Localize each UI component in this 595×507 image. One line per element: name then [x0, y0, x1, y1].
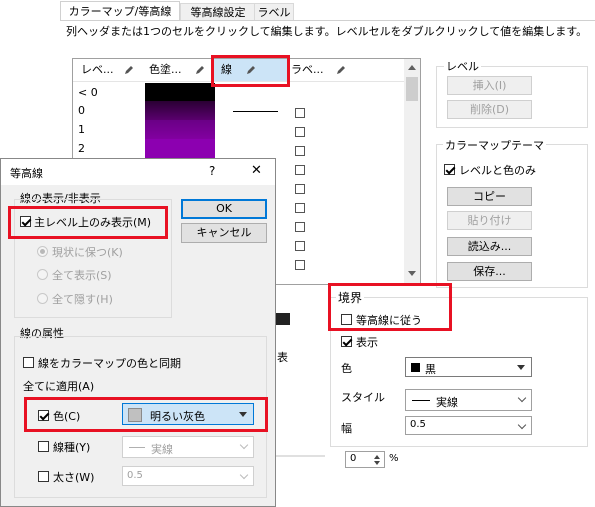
tab-label: ラベル — [257, 6, 291, 19]
level-cell[interactable]: 1 — [78, 123, 85, 136]
scroll-thumb[interactable] — [406, 77, 418, 101]
sync-colormap-label: 線をカラーマップの色と同期 — [38, 357, 181, 370]
line-sample — [233, 111, 278, 112]
boundary-color-value: 黒 — [425, 363, 436, 376]
tab-label-settings[interactable]: ラベル — [254, 3, 294, 21]
level-cell[interactable]: 0 — [78, 104, 85, 117]
keep-current-label: 現状に保つ(K) — [52, 246, 123, 259]
tab-colormap-contour[interactable]: カラーマップ/等高線 — [60, 1, 180, 21]
fill-color-cell[interactable] — [145, 101, 215, 120]
boundary-show-label: 表示 — [356, 336, 378, 349]
boundary-color-select[interactable]: 黒 — [405, 357, 532, 377]
hide-all-radio[interactable] — [37, 293, 48, 304]
load-button[interactable]: 読込み... — [447, 237, 532, 256]
spinner-down-icon[interactable] — [374, 461, 380, 465]
fill-color-cell[interactable] — [145, 120, 215, 139]
label-checkbox[interactable] — [295, 127, 305, 137]
levels-colors-checkbox[interactable] — [444, 164, 455, 175]
percent-unit: % — [389, 453, 399, 464]
tab-contour-settings[interactable]: 等高線設定 — [180, 3, 256, 21]
close-icon[interactable]: ✕ — [251, 163, 262, 178]
label-checkbox[interactable] — [295, 165, 305, 175]
boundary-style-select[interactable]: 実線 — [405, 389, 532, 411]
copy-button[interactable]: コピー — [447, 187, 532, 206]
chevron-down-icon — [239, 470, 249, 480]
linetype-label: 線種(Y) — [53, 441, 91, 454]
ok-button[interactable]: OK — [181, 199, 267, 219]
help-button[interactable]: ? — [209, 164, 215, 178]
hide-all-label: 全て隠す(H) — [52, 293, 113, 306]
pencil-icon — [337, 66, 345, 74]
bottom-separator — [270, 455, 325, 457]
highlight-line-header — [211, 55, 290, 87]
highlight-follow-contour — [328, 283, 452, 331]
boundary-show-checkbox[interactable] — [341, 336, 352, 347]
dropdown-arrow-icon — [517, 365, 525, 370]
fill-color-cell[interactable] — [145, 83, 215, 101]
boundary-style-label: スタイル — [341, 391, 385, 404]
keep-current-radio[interactable] — [37, 246, 48, 257]
line-style-icon — [129, 447, 145, 448]
boundary-width-select[interactable]: 0.5 — [405, 416, 532, 435]
pencil-icon — [196, 66, 204, 74]
thickness-select[interactable]: 0.5 — [122, 466, 254, 486]
thickness-value: 0.5 — [127, 470, 143, 481]
partial-text: 表 — [277, 351, 288, 364]
apply-all-label: 全てに適用(A) — [23, 380, 95, 393]
linetype-select[interactable]: 実線 — [122, 436, 254, 458]
label-checkbox[interactable] — [295, 203, 305, 213]
level-cell[interactable]: < 0 — [78, 86, 98, 99]
paste-button[interactable]: 貼り付け — [447, 211, 532, 230]
label-checkbox[interactable] — [295, 108, 305, 118]
scroll-up-arrow[interactable] — [408, 65, 416, 70]
scroll-down-arrow[interactable] — [408, 271, 416, 276]
line-style-icon — [412, 400, 430, 401]
boundary-width-value: 0.5 — [410, 419, 426, 430]
instruction-text: 列ヘッダまたは1つのセルをクリックして編集します。レベルセルをダブルクリックして… — [66, 25, 588, 38]
chevron-down-icon — [239, 440, 249, 450]
grid-scrollbar[interactable] — [404, 59, 420, 284]
level-group-title: レベル — [444, 58, 481, 74]
boundary-style-value: 実線 — [436, 396, 458, 409]
spinner-up-icon[interactable] — [374, 455, 380, 459]
thickness-checkbox[interactable] — [38, 471, 49, 482]
save-button[interactable]: 保存... — [447, 262, 532, 281]
colormap-theme-title: カラーマップテーマ — [443, 137, 546, 153]
dialog-title: 等高線 — [10, 167, 43, 180]
pencil-icon — [125, 66, 133, 74]
boundary-color-label: 色 — [341, 362, 352, 375]
thickness-label: 太さ(W) — [53, 471, 95, 484]
percent-spinner[interactable]: 0 — [345, 451, 385, 468]
boundary-width-label: 幅 — [341, 422, 352, 435]
show-all-label: 全て表示(S) — [52, 269, 112, 282]
tab-label: 等高線設定 — [190, 6, 246, 19]
cancel-button[interactable]: キャンセル — [181, 223, 267, 243]
highlight-color-row — [24, 397, 268, 432]
label-checkbox[interactable] — [295, 241, 305, 251]
levels-colors-label: レベルと色のみ — [459, 164, 536, 177]
label-checkbox[interactable] — [295, 222, 305, 232]
highlight-major-only — [8, 206, 168, 239]
delete-button[interactable]: 削除(D) — [447, 100, 532, 119]
chevron-down-icon — [517, 420, 527, 430]
contour-dialog: 等高線 ? ✕ 線の表示/非表示 主レベル上のみ表示(M) 現状に保つ(K) 全… — [0, 158, 276, 507]
dialog-titlebar[interactable]: 等高線 ? ✕ — [1, 159, 275, 185]
black-swatch — [411, 363, 420, 372]
level-cell[interactable]: 2 — [78, 142, 85, 155]
chevron-down-icon — [517, 393, 527, 403]
linetype-checkbox[interactable] — [38, 441, 49, 452]
insert-button[interactable]: 挿入(I) — [447, 76, 532, 95]
linetype-value: 実線 — [151, 443, 173, 456]
tab-label: カラーマップ/等高線 — [68, 5, 172, 18]
label-checkbox[interactable] — [295, 146, 305, 156]
tab-border-line — [60, 20, 595, 21]
show-all-radio[interactable] — [37, 269, 48, 280]
label-checkbox[interactable] — [295, 184, 305, 194]
percent-value: 0 — [350, 453, 357, 464]
label-checkbox[interactable] — [295, 260, 305, 270]
partial-swatch — [276, 313, 290, 325]
sync-colormap-checkbox[interactable] — [23, 357, 34, 368]
